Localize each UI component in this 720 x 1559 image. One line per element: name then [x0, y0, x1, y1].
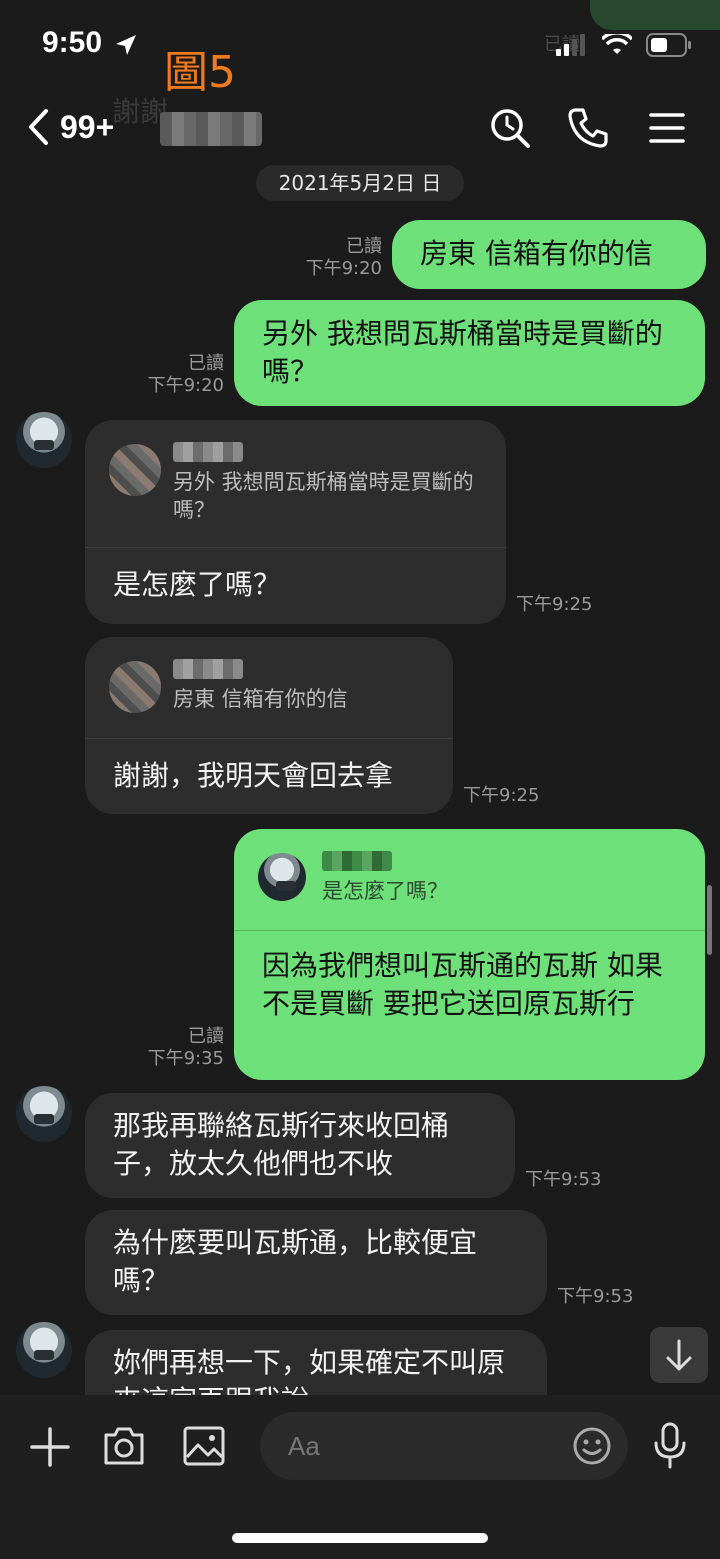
message-meta: 已讀 下午9:20 — [282, 236, 382, 280]
scroll-to-bottom-button[interactable] — [650, 1327, 708, 1383]
composer-bar — [0, 1395, 720, 1559]
message-bubble-outgoing[interactable]: 房東 信箱有你的信 — [392, 220, 706, 289]
signal-icon — [556, 34, 585, 56]
date-separator: 2021年5月2日 日 — [256, 165, 464, 201]
home-indicator — [232, 1533, 488, 1543]
quote-text: 另外 我想問瓦斯桶當時是買斷的嗎？ — [173, 470, 474, 522]
reply-quote[interactable]: 另外 我想問瓦斯桶當時是買斷的嗎？ — [85, 420, 506, 548]
quote-text: 房東 信箱有你的信 — [173, 687, 348, 711]
message-meta: 已讀 下午9:35 — [124, 1026, 224, 1070]
quote-avatar-blurred — [109, 661, 161, 713]
message-meta: 已讀 下午9:20 — [124, 353, 224, 397]
message-text: 為什麼要叫瓦斯通，比較便宜嗎？ — [113, 1226, 478, 1297]
message-bubble-outgoing[interactable]: 是怎麼了嗎？ 因為我們想叫瓦斯通的瓦斯 如果不是買斷 要把它送回原瓦斯行 — [234, 829, 705, 1080]
battery-icon — [646, 33, 691, 57]
message-time: 下午9:35 — [147, 1048, 224, 1069]
location-arrow-icon — [116, 35, 136, 55]
arrow-down-icon — [666, 1339, 692, 1371]
avatar[interactable] — [16, 412, 72, 468]
quote-name-blurred — [173, 659, 243, 679]
avatar[interactable] — [16, 1086, 72, 1142]
message-text: 那我再聯絡瓦斯行來收回桶子，放太久他們也不收 — [113, 1109, 450, 1180]
microphone-icon[interactable] — [652, 1421, 688, 1471]
menu-icon[interactable] — [645, 106, 689, 150]
message-bubble-incoming[interactable]: 為什麼要叫瓦斯通，比較便宜嗎？ — [85, 1210, 547, 1315]
message-time: 下午9:25 — [516, 594, 593, 615]
plus-icon[interactable] — [28, 1425, 72, 1469]
wifi-icon — [602, 34, 632, 54]
reply-quote[interactable]: 房東 信箱有你的信 — [85, 637, 453, 739]
message-input-container — [260, 1412, 628, 1480]
status-bar: 已讀 9:50 圖5 — [0, 0, 720, 98]
contact-name-blurred — [160, 112, 262, 146]
quote-name-blurred — [173, 442, 243, 462]
image-icon[interactable] — [182, 1425, 226, 1467]
camera-icon[interactable] — [102, 1425, 146, 1467]
emoji-icon[interactable] — [572, 1426, 612, 1466]
read-receipt: 已讀 — [188, 1026, 224, 1047]
message-bubble-outgoing[interactable]: 另外 我想問瓦斯桶當時是買斷的嗎？ — [234, 300, 705, 406]
quote-avatar-blurred — [109, 444, 161, 496]
message-bubble-incoming[interactable]: 另外 我想問瓦斯桶當時是買斷的嗎？ 是怎麼了嗎？ — [85, 420, 506, 624]
message-bubble-incoming[interactable]: 房東 信箱有你的信 謝謝，我明天會回去拿 — [85, 637, 453, 814]
chat-header: 謝謝 99+ — [0, 90, 720, 168]
read-receipt: 已讀 — [188, 353, 224, 374]
message-text: 因為我們想叫瓦斯通的瓦斯 如果不是買斷 要把它送回原瓦斯行 — [262, 949, 663, 1020]
quote-avatar — [258, 853, 306, 901]
quote-name-blurred — [322, 851, 392, 871]
phone-icon[interactable] — [566, 106, 610, 150]
read-receipt: 已讀 — [346, 236, 382, 257]
message-time: 下午9:53 — [557, 1286, 634, 1307]
chevron-left-icon — [29, 109, 48, 145]
avatar[interactable] — [16, 1322, 72, 1378]
unread-count: 99+ — [60, 108, 115, 145]
message-text: 謝謝，我明天會回去拿 — [113, 759, 394, 792]
message-input[interactable] — [288, 1426, 568, 1466]
scrollbar[interactable] — [707, 885, 712, 955]
status-time: 9:50 — [42, 26, 103, 59]
message-time: 下午9:53 — [525, 1169, 602, 1190]
message-time: 下午9:25 — [463, 785, 540, 806]
back-button[interactable]: 99+ — [26, 108, 114, 146]
faded-bubble — [590, 0, 720, 30]
quote-text: 是怎麼了嗎？ — [322, 879, 448, 903]
search-icon[interactable] — [488, 106, 532, 150]
message-time: 下午9:20 — [305, 258, 382, 279]
reply-quote[interactable]: 是怎麼了嗎？ — [234, 829, 705, 931]
message-time: 下午9:20 — [147, 375, 224, 396]
message-text: 房東 信箱有你的信 — [420, 237, 653, 270]
message-bubble-incoming[interactable]: 那我再聯絡瓦斯行來收回桶子，放太久他們也不收 — [85, 1093, 515, 1198]
message-text: 是怎麼了嗎？ — [113, 568, 282, 601]
message-text: 另外 我想問瓦斯桶當時是買斷的嗎？ — [262, 317, 663, 388]
